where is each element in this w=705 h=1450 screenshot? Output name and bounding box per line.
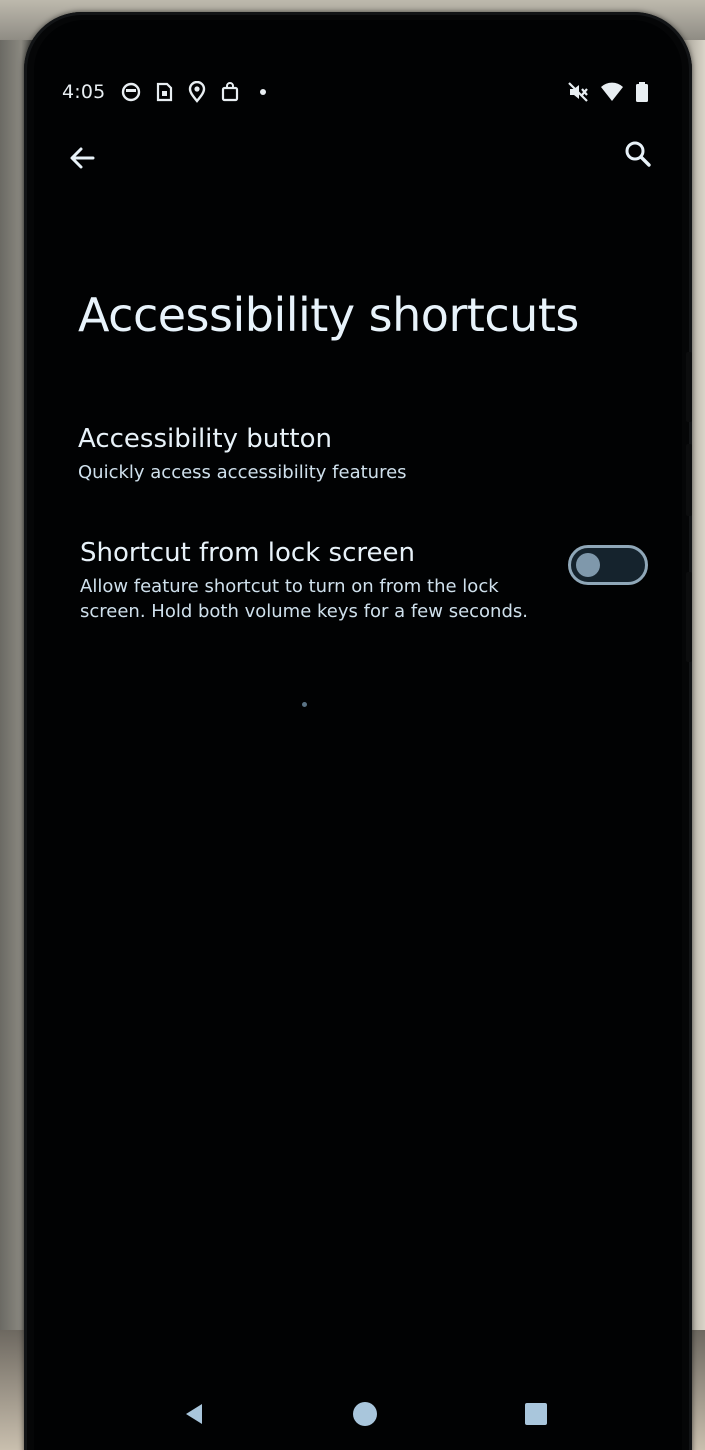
nav-home-button[interactable] <box>345 1396 385 1436</box>
setting-title: Accessibility button <box>78 424 333 454</box>
screen: 4:05 Accessibility shortcuts Accessibili… <box>34 20 682 1450</box>
mute-icon <box>566 80 590 104</box>
circle-home-icon <box>352 1401 378 1431</box>
page-title: Accessibility shortcuts <box>78 288 579 342</box>
back-button[interactable] <box>62 140 102 180</box>
status-bar: 4:05 <box>62 76 662 108</box>
screen-speck <box>302 702 307 707</box>
circle-face-icon <box>119 80 143 104</box>
phone-side-button <box>686 572 692 662</box>
nav-recents-button[interactable] <box>516 1396 556 1436</box>
phone-side-button <box>686 444 692 516</box>
setting-accessibility-button[interactable]: Accessibility button Quickly access acce… <box>78 424 658 485</box>
dot-icon <box>251 80 275 104</box>
map-pin-icon <box>185 80 209 104</box>
lock-screen-shortcut-toggle[interactable] <box>568 545 648 585</box>
nav-back-button[interactable] <box>174 1396 214 1436</box>
phone-side-button <box>686 352 692 422</box>
battery-icon <box>630 80 654 104</box>
status-right-icons <box>556 76 654 108</box>
shopping-bag-icon <box>218 80 242 104</box>
status-time: 4:05 <box>62 81 106 103</box>
wifi-icon <box>600 80 624 104</box>
search-button[interactable] <box>618 136 658 176</box>
sim-card-icon <box>152 80 176 104</box>
toggle-thumb <box>576 553 600 577</box>
setting-summary: Allow feature shortcut to turn on from t… <box>80 576 528 622</box>
arrow-left-icon <box>68 144 96 176</box>
phone-frame: 4:05 Accessibility shortcuts Accessibili… <box>24 12 692 1450</box>
setting-summary: Quickly access accessibility features <box>78 462 407 483</box>
triangle-back-icon <box>182 1402 206 1430</box>
search-icon <box>623 139 653 173</box>
setting-shortcut-from-lock-screen[interactable]: Shortcut from lock screen Allow feature … <box>78 538 658 624</box>
square-recents-icon <box>524 1402 548 1430</box>
navigation-bar <box>34 1396 682 1446</box>
